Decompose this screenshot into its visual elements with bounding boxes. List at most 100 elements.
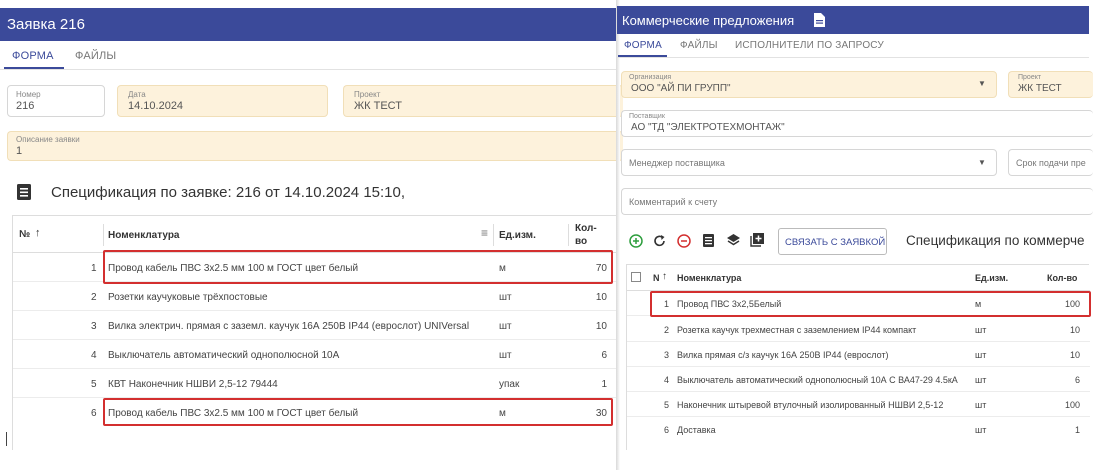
deadline-field[interactable]: Срок подачи пре [1008,149,1093,176]
table-row[interactable]: 4 Выключатель автоматический однополюсной… [13,340,617,369]
left-tab-form[interactable]: ФОРМА [12,50,54,62]
row-qty: 10 [595,321,607,332]
right-project-field[interactable]: Проект ЖК ТЕСТ [1008,71,1093,98]
row-name: Вилка прямая с/з каучук 16А 250В IP44 (е… [677,350,889,360]
row-unit: шт [975,375,987,385]
row-qty: 6 [1074,375,1080,385]
row-unit: шт [975,350,987,360]
col-separator [103,224,104,246]
deadline-placeholder: Срок подачи пре [1016,158,1086,168]
org-field[interactable]: Организация ООО "АЙ ПИ ГРУПП" ▼ [621,71,997,98]
left-tabs-divider [0,69,616,70]
document-icon [17,184,31,200]
number-label: Номер [16,90,41,99]
row-unit: упак [499,379,520,390]
layers-icon[interactable] [727,234,740,247]
add-circle-icon[interactable] [629,234,643,248]
row-number: 4 [91,350,97,361]
manager-placeholder: Менеджер поставщика [629,158,725,168]
left-col-name[interactable]: Номенклатура [108,230,179,241]
table-row[interactable]: 5 Наконечник штыревой втулочный изолирова… [627,392,1090,417]
org-label: Организация [629,74,672,81]
left-header: Заявка 216 [0,8,616,41]
left-tab-files[interactable]: ФАЙЛЫ [75,50,116,62]
highlight-box-row-6 [103,398,613,426]
table-row[interactable]: 4 Выключатель автоматический однополюсный… [627,367,1090,392]
right-tabs-divider [617,57,1089,58]
supplier-field[interactable]: Поставщик АО "ТД "ЭЛЕКТРОТЕХМОНТАЖ" [621,110,1093,137]
row-unit: шт [975,400,987,410]
date-value: 14.10.2024 [128,100,184,112]
table-row[interactable]: 2 Розетка каучук трехместная с заземление… [627,317,1090,342]
number-field[interactable]: Номер 216 [7,85,105,117]
row-number: 6 [91,408,97,419]
row-name: Розетки каучуковые трёхпостовые [108,292,268,303]
left-spec-title: Спецификация по заявке: 216 от 14.10.202… [51,184,406,201]
row-qty: 6 [601,350,607,361]
supplier-manager-select[interactable]: Менеджер поставщика ▼ [621,149,997,176]
row-number: 2 [664,325,670,335]
comment-field[interactable]: Комментарий к счету [621,188,1093,215]
row-unit: шт [499,321,512,332]
right-col-num[interactable]: N [653,273,660,283]
row-number: 5 [91,379,97,390]
comment-placeholder: Комментарий к счету [629,197,718,207]
link-to-request-button[interactable]: СВЯЗАТЬ С ЗАЯВКОЙ [778,228,887,255]
highlight-box-row-1 [103,250,613,284]
org-value: ООО "АЙ ПИ ГРУПП" [631,83,731,94]
date-label: Дата [128,90,146,99]
row-unit: шт [499,292,512,303]
table-row[interactable]: 2 Розетки каучуковые трёхпостовые шт 10 [13,282,617,311]
left-table-header: № ↑ Номенклатура ≡ Ед.изм. Кол-во [13,216,617,253]
row-qty: 100 [1064,400,1080,410]
dropdown-arrow-icon[interactable]: ▼ [978,79,986,88]
right-tab-performers[interactable]: ИСПОЛНИТЕЛИ ПО ЗАПРОСУ [735,40,884,51]
left-col-unit[interactable]: Ед.изм. [499,230,536,241]
right-project-label: Проект [1018,74,1042,81]
table-row[interactable]: 5 КВТ Наконечник НШВИ 2,5-12 79444 упак 1 [13,369,617,398]
right-tab-form[interactable]: ФОРМА [624,40,662,51]
left-title: Заявка 216 [7,16,85,33]
row-qty: 1 [1074,425,1080,435]
sort-arrow-icon[interactable]: ↑ [35,227,41,239]
text-cursor [6,432,7,446]
remove-circle-icon[interactable] [677,234,691,248]
right-col-unit[interactable]: Ед.изм. [975,273,1008,283]
row-number: 2 [91,292,97,303]
left-col-num[interactable]: № [19,229,30,240]
supplier-label: Поставщик [629,113,665,120]
row-name: Доставка [677,425,716,435]
column-menu-icon[interactable]: ≡ [481,226,488,240]
description-field[interactable]: Описание заявки 1 [7,131,623,161]
date-field[interactable]: Дата 14.10.2024 [117,85,328,117]
right-tab-files[interactable]: ФАЙЛЫ [680,40,718,51]
right-col-qty[interactable]: Кол-во [1047,273,1077,283]
number-value: 216 [16,100,35,112]
left-project-value: ЖК ТЕСТ [354,100,402,112]
row-qty: 10 [1069,350,1080,360]
refresh-icon[interactable] [653,234,666,248]
add-box-icon[interactable] [750,233,764,247]
description-label: Описание заявки [16,135,80,144]
description-value: 1 [16,145,23,157]
row-name: Розетка каучук трехместная с заземлением… [677,325,917,335]
right-table-header: N ↑ Номенклатура Ед.изм. Кол-во [627,265,1090,291]
row-number: 6 [664,425,670,435]
sort-arrow-icon[interactable]: ↑ [662,271,667,282]
right-col-name[interactable]: Номенклатура [677,273,741,283]
row-number: 5 [664,400,670,410]
left-project-field[interactable]: Проект ЖК ТЕСТ [343,85,623,117]
row-name: Наконечник штыревой втулочный изолирован… [677,400,944,410]
table-row[interactable]: 3 Вилка прямая с/з каучук 16А 250В IP44 (… [627,342,1090,367]
col-separator [568,224,569,246]
row-number: 3 [91,321,97,332]
table-row[interactable]: 3 Вилка электрич. прямая с заземл. каучук… [13,311,617,340]
dropdown-arrow-icon[interactable]: ▼ [978,158,986,167]
table-row[interactable]: 6 Доставка шт 1 [627,417,1090,442]
select-all-checkbox[interactable] [631,272,641,282]
row-name: Выключатель автоматический однополюсной … [108,350,340,361]
row-number: 3 [664,350,670,360]
left-col-qty[interactable]: Кол-во [575,222,599,248]
panel-shadow [616,0,620,470]
document-icon[interactable] [703,234,714,247]
